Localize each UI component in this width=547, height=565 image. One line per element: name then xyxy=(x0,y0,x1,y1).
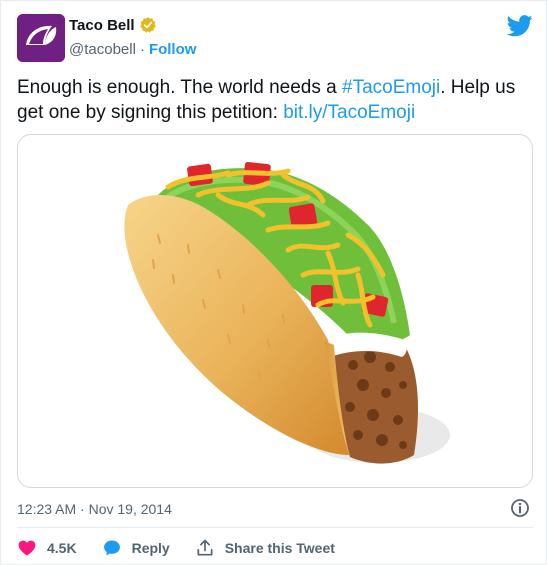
reply-bubble-icon xyxy=(103,540,120,556)
divider xyxy=(17,527,533,528)
taco-bell-logo-icon xyxy=(17,14,65,62)
reply-button[interactable]: Reply xyxy=(102,538,170,558)
like-count: 4.5K xyxy=(47,540,77,556)
share-icon xyxy=(197,539,213,556)
tweet-card: Taco Bell @tacobell · Follow Enough is e… xyxy=(0,0,547,565)
petition-link[interactable]: bit.ly/TacoEmoji xyxy=(283,102,415,123)
tweet-text: Enough is enough. The world needs a #Tac… xyxy=(17,75,537,125)
verified-badge-icon xyxy=(139,17,156,33)
hashtag-link[interactable]: #TacoEmoji xyxy=(342,77,440,98)
follow-button[interactable]: Follow xyxy=(149,41,197,58)
author-name-row: Taco Bell xyxy=(69,16,157,34)
like-button[interactable]: 4.5K xyxy=(17,538,77,558)
share-label: Share this Tweet xyxy=(224,540,335,556)
heart-icon xyxy=(18,540,36,556)
twitter-bird-icon[interactable] xyxy=(507,15,533,37)
taco-emoji-image xyxy=(124,161,450,464)
tweet-media[interactable] xyxy=(17,134,533,488)
avatar[interactable] xyxy=(17,14,65,62)
separator-dot: · xyxy=(139,41,145,58)
handle[interactable]: @tacobell xyxy=(69,41,136,58)
reply-label: Reply xyxy=(131,540,170,556)
tweet-actions: 4.5K Reply Share this Tweet xyxy=(17,537,360,559)
handle-row: @tacobell · Follow xyxy=(69,41,196,58)
display-name[interactable]: Taco Bell xyxy=(69,17,135,34)
share-button[interactable]: Share this Tweet xyxy=(195,538,335,558)
info-icon[interactable] xyxy=(510,498,530,518)
tweet-timestamp[interactable]: 12:23 AM · Nov 19, 2014 xyxy=(17,501,172,517)
tweet-text-part1: Enough is enough. The world needs a xyxy=(17,77,342,98)
